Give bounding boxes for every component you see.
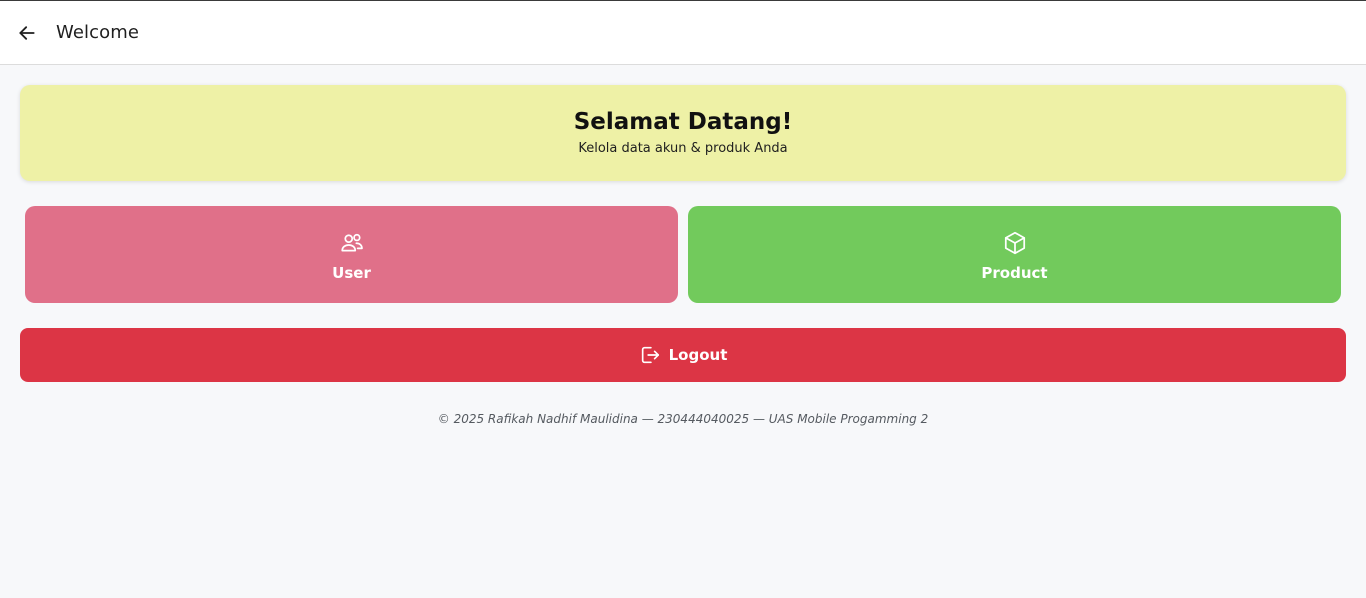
footer-credit: © 2025 Rafikah Nadhif Maulidina — 230444… <box>437 412 929 426</box>
welcome-banner: Selamat Datang! Kelola data akun & produ… <box>20 85 1346 181</box>
logout-button[interactable]: Logout <box>20 328 1346 382</box>
product-button[interactable]: Product <box>688 206 1341 303</box>
arrow-left-icon <box>19 25 35 40</box>
user-button[interactable]: User <box>25 206 678 303</box>
logout-icon <box>639 344 661 366</box>
user-button-label: User <box>332 263 371 282</box>
product-button-label: Product <box>981 263 1048 282</box>
app-bar: Welcome <box>0 1 1366 65</box>
banner-subtitle: Kelola data akun & produk Anda <box>578 141 788 156</box>
back-button[interactable] <box>16 22 38 44</box>
users-icon <box>339 230 365 256</box>
logout-label: Logout <box>668 346 728 364</box>
banner-title: Selamat Datang! <box>573 109 793 135</box>
page-title: Welcome <box>56 22 140 43</box>
package-icon <box>1002 230 1028 256</box>
